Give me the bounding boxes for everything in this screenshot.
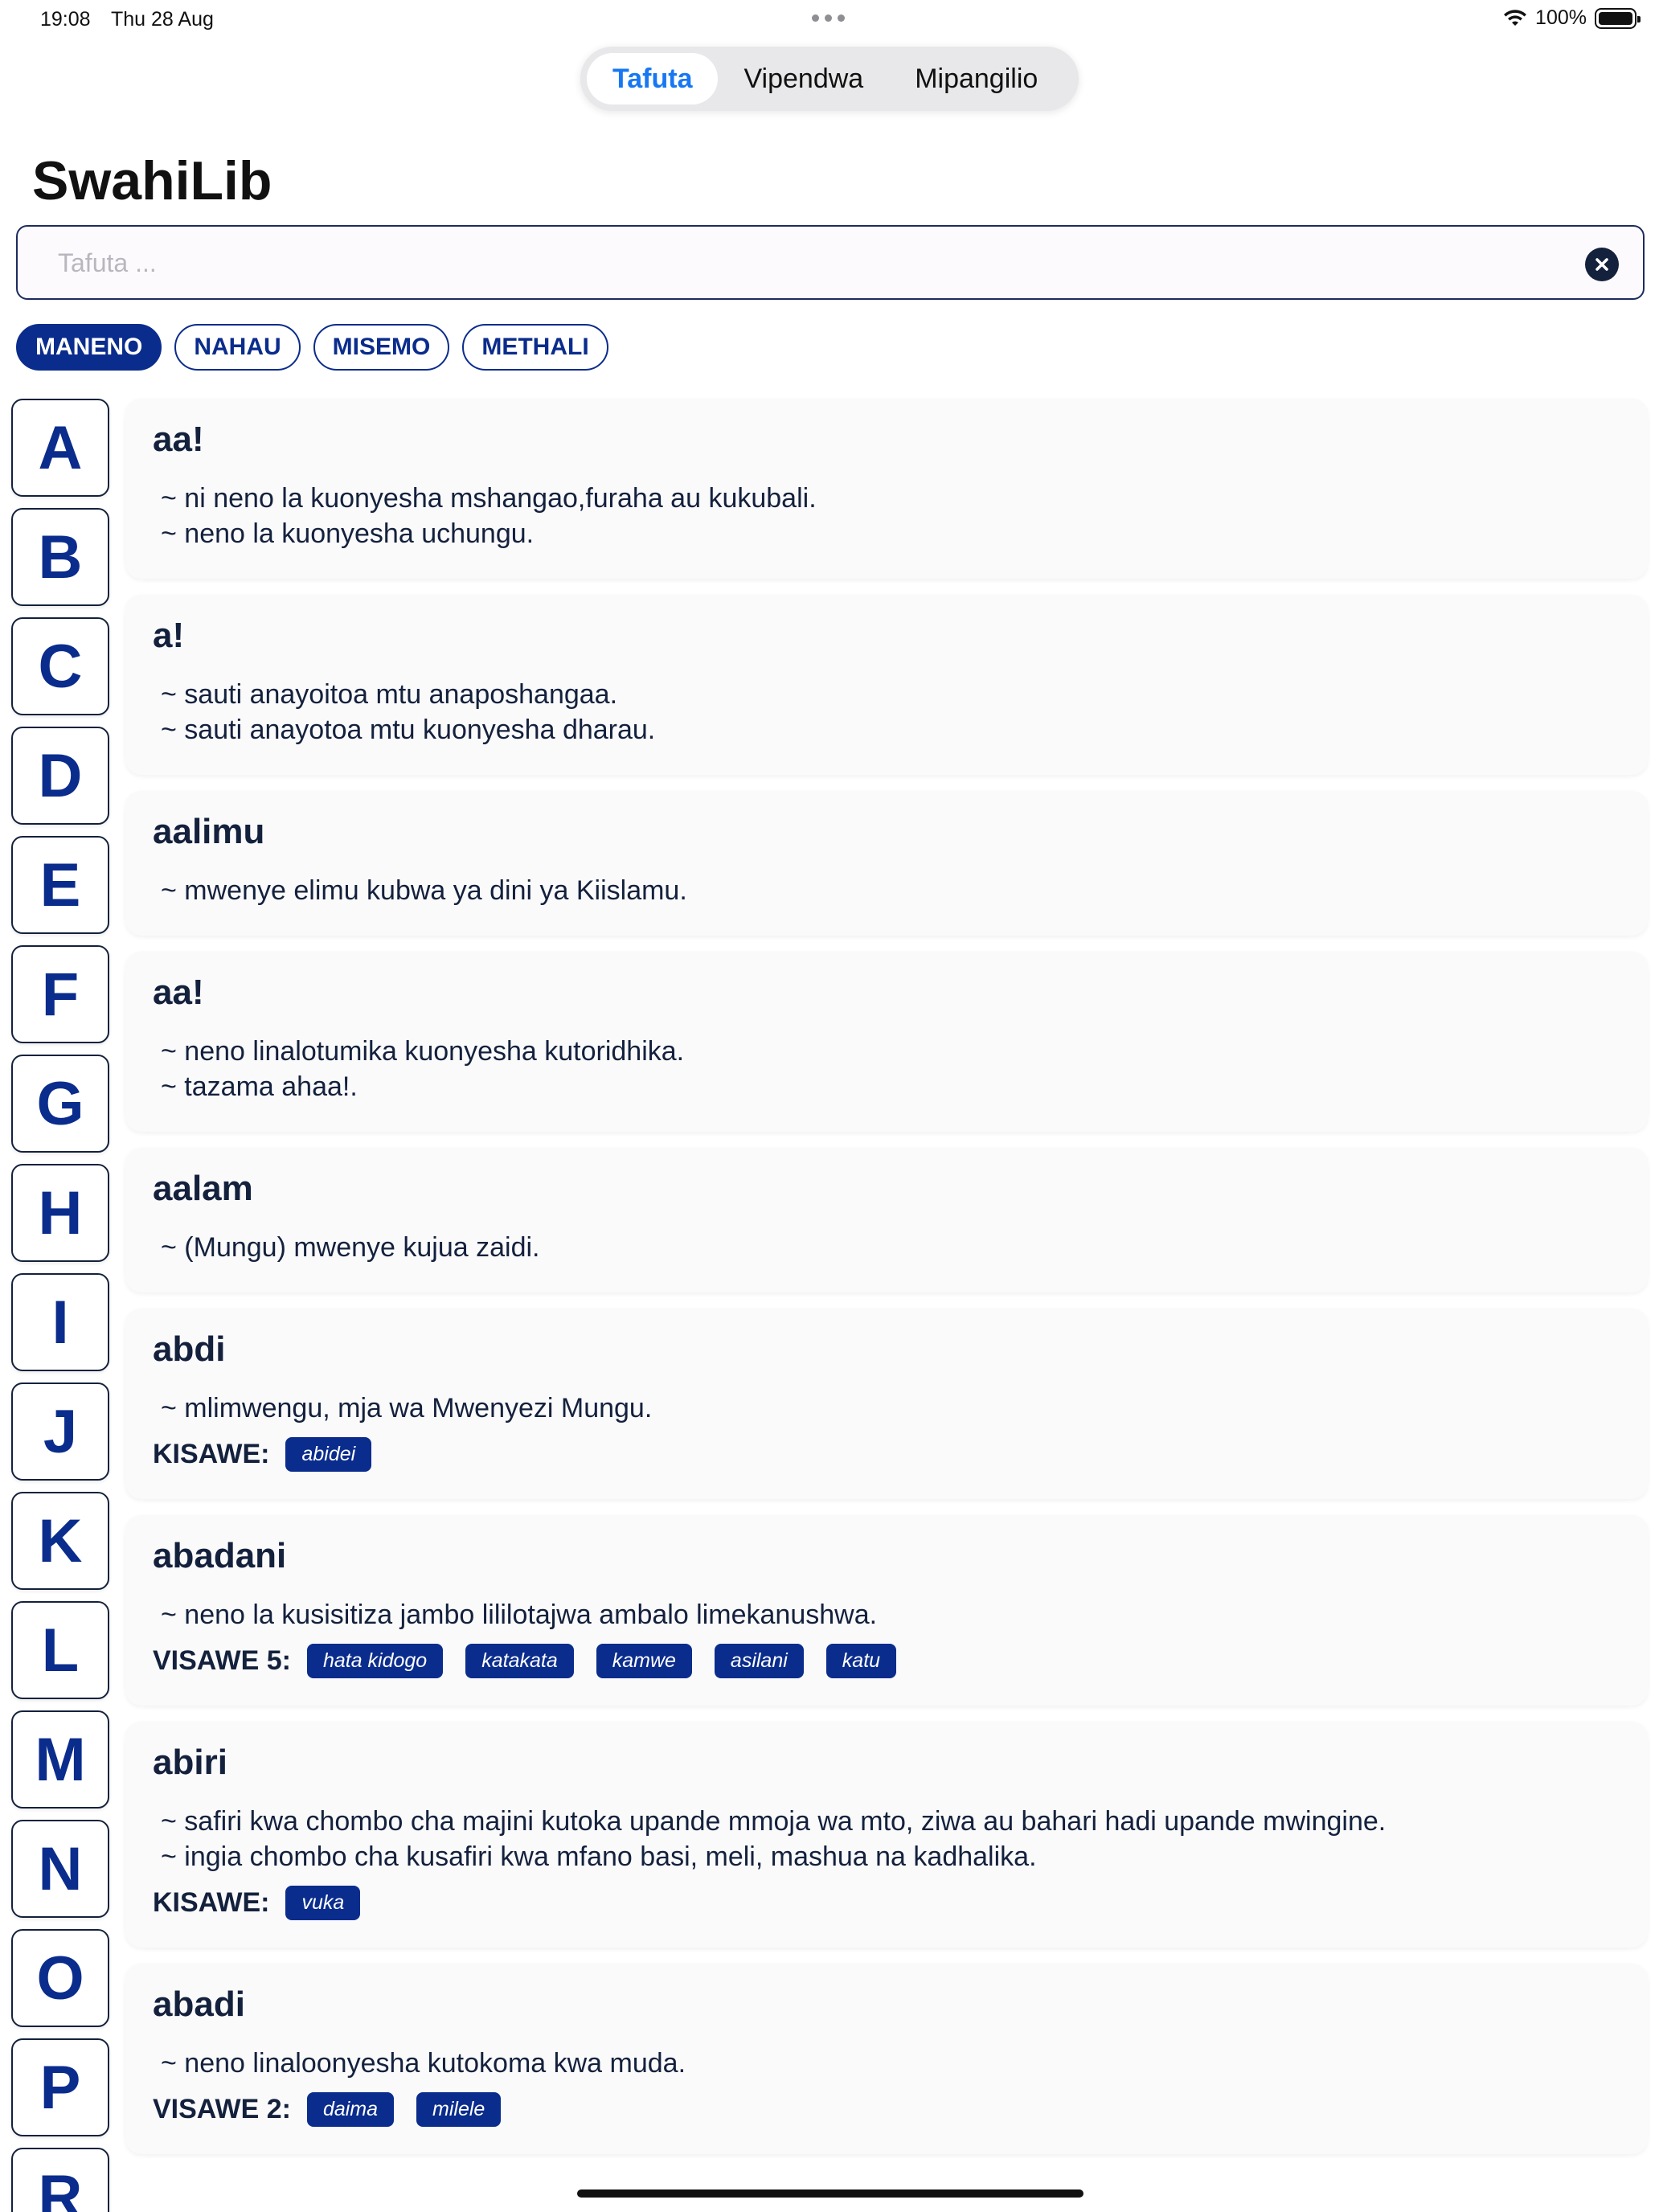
entry-definition: ~ (Mungu) mwenye kujua zaidi. — [161, 1232, 540, 1263]
clear-search-button[interactable] — [1585, 248, 1619, 281]
alphabet-index: ABCDEFGHIJKLMNOPR — [11, 399, 109, 2212]
synonym-tag[interactable]: katakata — [465, 1644, 574, 1678]
synonym-tag[interactable]: katu — [825, 1644, 897, 1678]
synonym-tag[interactable]: milele — [416, 2092, 502, 2127]
entry-word: abadani — [153, 1536, 287, 1575]
battery-percentage: 100% — [1535, 6, 1587, 29]
filter-chips: MANENO NAHAU MISEMO METHALI — [16, 324, 608, 371]
alphabet-key-b[interactable]: B — [11, 508, 109, 606]
alphabet-key-f[interactable]: F — [11, 945, 109, 1043]
alphabet-key-n[interactable]: N — [11, 1820, 109, 1918]
entry-definition: ~ sauti anayotoa mtu kuonyesha dharau. — [161, 715, 656, 745]
entry-definition: ~ ingia chombo cha kusafiri kwa mfano ba… — [161, 1841, 1037, 1872]
entry-word: abadi — [153, 1985, 245, 2024]
synonym-label: VISAWE 2: — [153, 2094, 291, 2124]
alphabet-key-p[interactable]: P — [11, 2038, 109, 2136]
synonym-tag[interactable]: daima — [306, 2092, 395, 2127]
alphabet-key-m[interactable]: M — [11, 1710, 109, 1809]
tab-mipangilio[interactable]: Mipangilio — [889, 53, 1063, 104]
entry-definition: ~ neno linalotumika kuonyesha kutoridhik… — [161, 1036, 685, 1067]
synonym-tag[interactable]: kamwe — [596, 1644, 692, 1678]
entry-definition: ~ ni neno la kuonyesha mshangao,furaha a… — [161, 483, 817, 514]
entry-word: abdi — [153, 1329, 226, 1369]
entry-card[interactable]: abiri ~ safiri kwa chombo cha majini kuto… — [125, 1722, 1648, 1948]
synonym-tag[interactable]: vuka — [285, 1886, 361, 1920]
entry-word: abiri — [153, 1743, 227, 1782]
synonym-row: VISAWE 2: daima milele — [153, 2092, 1620, 2127]
entry-card[interactable]: abadi ~ neno linaloonyesha kutokoma kwa m… — [125, 1964, 1648, 2154]
close-icon — [1596, 258, 1608, 271]
entry-word: aalimu — [153, 812, 265, 851]
entry-word: a! — [153, 616, 185, 655]
entry-definition: ~ mwenye elimu kubwa ya dini ya Kiislamu… — [161, 875, 687, 906]
entry-card[interactable]: abadani ~ neno la kusisitiza jambo lililo… — [125, 1515, 1648, 1706]
synonym-tag[interactable]: abidei — [285, 1437, 372, 1472]
alphabet-key-k[interactable]: K — [11, 1492, 109, 1590]
synonym-label: KISAWE: — [153, 1887, 270, 1918]
battery-icon — [1595, 7, 1641, 29]
entry-definition: ~ neno la kuonyesha uchungu. — [161, 518, 535, 549]
status-indicators: 100% — [1503, 6, 1641, 30]
alphabet-key-a[interactable]: A — [11, 399, 109, 497]
synonym-row: KISAWE: abidei — [153, 1437, 1620, 1472]
alphabet-key-d[interactable]: D — [11, 727, 109, 825]
filter-chip-methali[interactable]: METHALI — [462, 324, 608, 371]
status-bar: 19:08 Thu 28 Aug 100% — [0, 0, 1659, 40]
status-time: 19:08 — [40, 8, 91, 31]
alphabet-key-h[interactable]: H — [11, 1164, 109, 1262]
synonym-label: KISAWE: — [153, 1439, 270, 1469]
entry-definition: ~ neno linaloonyesha kutokoma kwa muda. — [161, 2048, 686, 2079]
synonym-tag[interactable]: asilani — [714, 1644, 804, 1678]
entry-card[interactable]: aa! ~ ni neno la kuonyesha mshangao,furah… — [125, 399, 1648, 579]
alphabet-key-r[interactable]: R — [11, 2148, 109, 2212]
entry-word: aa! — [153, 420, 204, 459]
entry-definition: ~ neno la kusisitiza jambo lililotajwa a… — [161, 1600, 878, 1630]
wifi-icon — [1504, 9, 1527, 26]
filter-chip-misemo[interactable]: MISEMO — [313, 324, 450, 371]
alphabet-key-g[interactable]: G — [11, 1055, 109, 1153]
tab-bar: Tafuta Vipendwa Mipangilio — [580, 47, 1079, 111]
entry-word: aa! — [153, 973, 204, 1012]
page-title: SwahiLib — [32, 150, 272, 211]
entry-definition: ~ tazama ahaa!. — [161, 1071, 358, 1102]
synonym-label: VISAWE 5: — [153, 1645, 291, 1676]
entry-list: aa! ~ ni neno la kuonyesha mshangao,furah… — [125, 399, 1648, 2170]
home-indicator[interactable] — [577, 2189, 1083, 2198]
tab-tafuta[interactable]: Tafuta — [587, 53, 719, 104]
entry-card[interactable]: aa! ~ neno linalotumika kuonyesha kutorid… — [125, 952, 1648, 1132]
tab-vipendwa[interactable]: Vipendwa — [718, 53, 889, 104]
entry-definition: ~ sauti anayoitoa mtu anaposhangaa. — [161, 679, 618, 710]
filter-chip-maneno[interactable]: MANENO — [16, 324, 162, 371]
entry-card[interactable]: a! ~ sauti anayoitoa mtu anaposhangaa. ~ s… — [125, 595, 1648, 775]
entry-word: aalam — [153, 1169, 253, 1208]
entry-card[interactable]: aalam ~ (Mungu) mwenye kujua zaidi. — [125, 1148, 1648, 1292]
synonym-tag[interactable]: hata kidogo — [306, 1644, 444, 1678]
alphabet-key-j[interactable]: J — [11, 1382, 109, 1481]
synonym-row: VISAWE 5: hata kidogo katakata kamwe asilani… — [153, 1644, 1620, 1678]
search-input[interactable] — [58, 243, 1553, 283]
multitasking-dots-icon[interactable] — [812, 14, 845, 22]
status-date: Thu 28 Aug — [111, 8, 214, 31]
entry-definition: ~ mlimwengu, mja wa Mwenyezi Mungu. — [161, 1393, 653, 1423]
alphabet-key-o[interactable]: O — [11, 1929, 109, 2027]
alphabet-key-c[interactable]: C — [11, 617, 109, 715]
entry-definition: ~ safiri kwa chombo cha majini kutoka up… — [161, 1806, 1387, 1837]
alphabet-key-l[interactable]: L — [11, 1601, 109, 1699]
entry-card[interactable]: abdi ~ mlimwengu, mja wa Mwenyezi Mungu. K… — [125, 1309, 1648, 1499]
filter-chip-nahau[interactable]: NAHAU — [174, 324, 301, 371]
search-bar — [16, 225, 1645, 300]
alphabet-key-i[interactable]: I — [11, 1273, 109, 1371]
alphabet-key-e[interactable]: E — [11, 836, 109, 934]
entry-card[interactable]: aalimu ~ mwenye elimu kubwa ya dini ya Ki… — [125, 791, 1648, 936]
synonym-row: KISAWE: vuka — [153, 1886, 1620, 1920]
